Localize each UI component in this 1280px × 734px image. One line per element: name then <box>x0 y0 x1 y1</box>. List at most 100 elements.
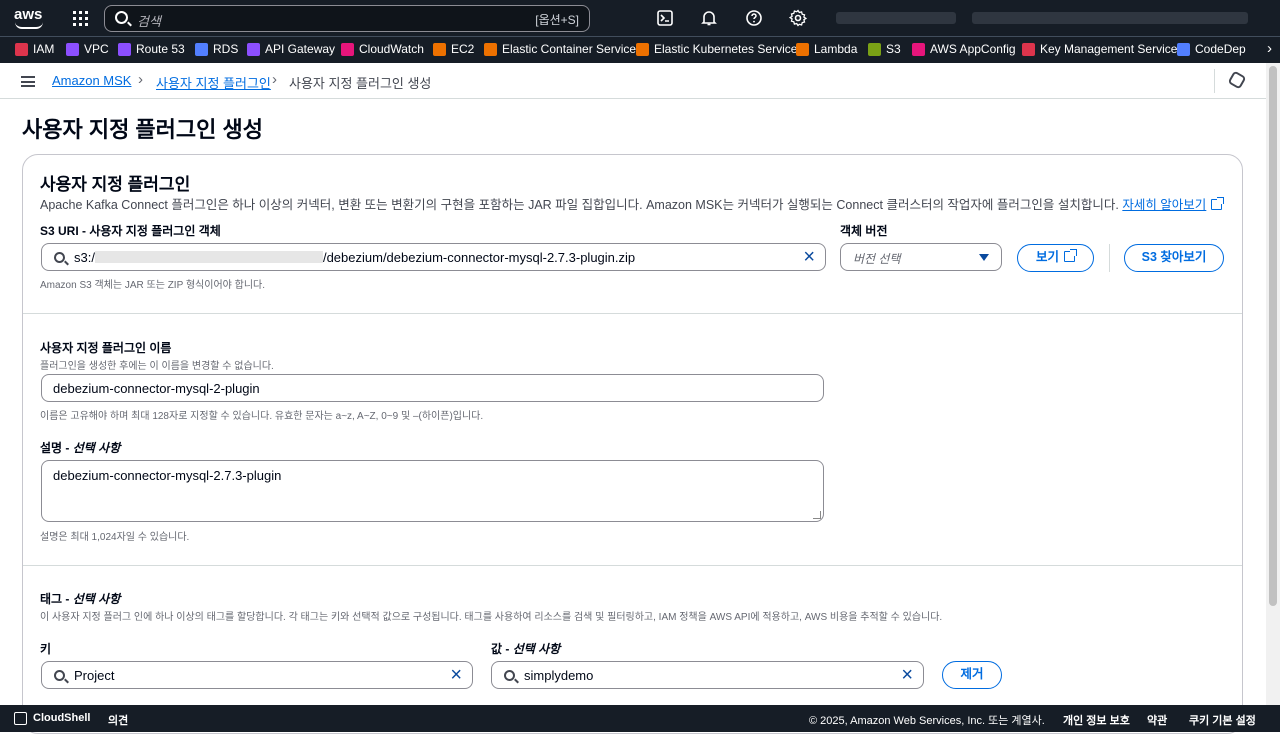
tags-label: 태그 - 선택 사항 <box>40 592 121 606</box>
kms-service-icon <box>1022 42 1035 56</box>
search-placeholder: 검색 <box>137 14 161 29</box>
services-grid-icon[interactable] <box>73 11 88 26</box>
lambda-service-icon <box>796 42 809 56</box>
cloudshell-link[interactable]: CloudShell <box>33 712 90 724</box>
breadcrumb-bar: Amazon MSK › 사용자 지정 플러그인 › 사용자 지정 플러그인 생… <box>0 63 1266 99</box>
clear-icon[interactable]: × <box>901 664 913 687</box>
breadcrumb-amazon-msk[interactable]: Amazon MSK <box>52 73 131 88</box>
plugin-name-label: 사용자 지정 플러그인 이름 <box>40 341 172 355</box>
favorite-s3[interactable]: S3 <box>868 42 901 56</box>
page-title: 사용자 지정 플러그인 생성 <box>22 117 263 142</box>
scrollbar-thumb[interactable] <box>1269 66 1277 606</box>
favorite-lambda[interactable]: Lambda <box>796 42 857 56</box>
s3-uri-hint: Amazon S3 객체는 JAR 또는 ZIP 형식이어야 합니다. <box>40 280 266 291</box>
feedback-link[interactable]: 의견 <box>108 712 128 728</box>
favorite-api-gateway[interactable]: API Gateway <box>247 42 335 56</box>
s3-service-icon <box>868 42 881 56</box>
footer: CloudShell 의견 © 2025, Amazon Web Service… <box>0 705 1280 732</box>
divider <box>1214 69 1215 93</box>
cookie-preferences-link[interactable]: 쿠키 기본 설정 <box>1189 712 1256 728</box>
search-icon <box>115 11 128 24</box>
favorite-codedeploy[interactable]: CodeDep <box>1177 42 1246 56</box>
chevron-right-icon: › <box>272 71 277 88</box>
terms-link[interactable]: 약관 <box>1147 712 1167 728</box>
search-icon <box>54 252 65 263</box>
top-navigation: aws 검색 [옵션+S] <box>0 0 1280 36</box>
search-icon <box>54 670 65 681</box>
favorites-scroll-right-icon[interactable]: › <box>1267 40 1272 57</box>
favorites-bar: IAM VPC Route 53 RDS API Gateway CloudWa… <box>0 36 1280 63</box>
description-label: 설명 - 선택 사항 <box>40 441 121 455</box>
plugin-form-container <box>22 154 1243 734</box>
notifications-bell-icon[interactable] <box>700 9 718 27</box>
privacy-link[interactable]: 개인 정보 보호 <box>1063 712 1130 728</box>
favorite-ec2[interactable]: EC2 <box>433 42 474 56</box>
object-version-select[interactable]: 버전 선택 <box>840 243 1002 271</box>
resize-handle-icon[interactable] <box>813 511 821 519</box>
description-hint: 설명은 최대 1,024자일 수 있습니다. <box>40 532 190 543</box>
tag-key-value: Project <box>74 668 115 683</box>
iam-service-icon <box>15 42 28 56</box>
cloudshell-icon[interactable] <box>656 9 674 27</box>
clear-icon[interactable]: × <box>803 246 815 269</box>
external-link-icon <box>1211 197 1225 210</box>
cloudshell-icon <box>14 712 27 725</box>
region-selector-redacted[interactable] <box>836 12 956 24</box>
s3-uri-input[interactable]: s3://debezium/debezium-connector-mysql-2… <box>41 243 826 271</box>
help-icon[interactable] <box>745 9 763 27</box>
api-gateway-service-icon <box>247 42 260 56</box>
breadcrumb-custom-plugins[interactable]: 사용자 지정 플러그인 <box>156 73 271 92</box>
plugin-name-subhint: 플러그인을 생성한 후에는 이 이름을 변경할 수 없습니다. <box>40 361 274 372</box>
tag-key-label: 키 <box>40 642 52 656</box>
appconfig-service-icon <box>912 42 925 56</box>
aws-logo[interactable]: aws <box>14 7 46 31</box>
tags-description: 이 사용자 지정 플러그 인에 하나 이상의 태그를 할당합니다. 각 태그는 … <box>40 612 943 623</box>
breadcrumb-current: 사용자 지정 플러그인 생성 <box>289 76 432 91</box>
remove-tag-button[interactable]: 제거 <box>942 661 1002 689</box>
favorite-cloudwatch[interactable]: CloudWatch <box>341 42 424 56</box>
cloudwatch-service-icon <box>341 42 354 56</box>
help-panel-hexagon-icon[interactable] <box>1227 70 1247 90</box>
plugin-name-input[interactable]: debezium-connector-mysql-2-plugin <box>41 374 824 402</box>
favorite-route53[interactable]: Route 53 <box>118 42 185 56</box>
description-textarea[interactable]: debezium-connector-mysql-2.7.3-plugin <box>41 460 824 522</box>
browse-s3-button[interactable]: S3 찾아보기 <box>1124 244 1224 272</box>
favorite-kms[interactable]: Key Management Service <box>1022 42 1177 56</box>
chevron-right-icon: › <box>138 71 143 88</box>
settings-gear-icon[interactable] <box>788 9 808 27</box>
favorite-rds[interactable]: RDS <box>195 42 238 56</box>
vpc-service-icon <box>66 42 79 56</box>
favorite-eks[interactable]: Elastic Kubernetes Service <box>636 42 797 56</box>
divider <box>1109 244 1110 272</box>
page-scrollbar[interactable] <box>1266 63 1280 705</box>
object-version-label: 객체 버전 <box>840 224 888 238</box>
view-button[interactable]: 보기 <box>1017 244 1094 272</box>
clear-icon[interactable]: × <box>450 664 462 687</box>
caret-down-icon <box>979 254 989 261</box>
description-value: debezium-connector-mysql-2.7.3-plugin <box>53 468 282 483</box>
section-description: Apache Kafka Connect 플러그인은 하나 이상의 커넥터, 변… <box>40 194 1225 213</box>
section-divider <box>23 313 1242 314</box>
tag-value-value: simplydemo <box>524 668 594 683</box>
codedeploy-service-icon <box>1177 42 1190 56</box>
favorite-appconfig[interactable]: AWS AppConfig <box>912 42 1016 56</box>
tag-value-label: 값 - 선택 사항 <box>491 642 561 656</box>
search-icon <box>504 670 515 681</box>
redacted-bucket <box>94 251 323 263</box>
search-shortcut: [옵션+S] <box>535 13 579 27</box>
rds-service-icon <box>195 42 208 56</box>
learn-more-link[interactable]: 자세히 알아보기 <box>1122 197 1225 212</box>
menu-hamburger-icon[interactable] <box>21 76 35 87</box>
favorite-vpc[interactable]: VPC <box>66 42 109 56</box>
account-menu-redacted[interactable] <box>972 12 1248 24</box>
favorite-ecs[interactable]: Elastic Container Service <box>484 42 636 56</box>
tag-key-input[interactable]: Project × <box>41 661 473 689</box>
favorite-iam[interactable]: IAM <box>15 42 54 56</box>
plugin-name-value: debezium-connector-mysql-2-plugin <box>53 381 260 396</box>
tag-value-input[interactable]: simplydemo × <box>491 661 924 689</box>
ecs-service-icon <box>484 42 497 56</box>
version-placeholder: 버전 선택 <box>853 252 901 266</box>
plugin-name-hint: 이름은 고유해야 하며 최대 128자로 지정할 수 있습니다. 유효한 문자는… <box>40 411 484 422</box>
global-search-input[interactable]: 검색 [옵션+S] <box>104 5 590 32</box>
eks-service-icon <box>636 42 649 56</box>
